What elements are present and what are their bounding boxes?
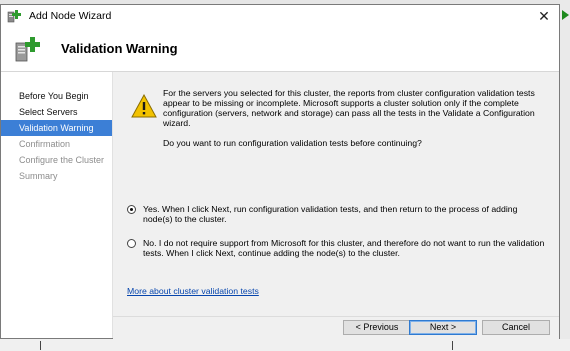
- wizard-footer: < Previous Next > Cancel: [113, 316, 559, 339]
- close-icon[interactable]: ✕: [535, 7, 553, 25]
- server-plus-icon: [13, 35, 43, 63]
- sidebar-item-before-you-begin[interactable]: Before You Begin: [1, 88, 112, 104]
- question-text: Do you want to run configuration validat…: [163, 138, 422, 148]
- cancel-button[interactable]: Cancel: [482, 320, 550, 335]
- background-app-bottom: [0, 339, 570, 351]
- radio-selected-dot: [130, 208, 133, 211]
- warning-message: For the servers you selected for this cl…: [163, 88, 535, 128]
- add-node-wizard-window: Add Node Wizard ✕ Validation Warning Bef…: [0, 4, 560, 339]
- sidebar-item-select-servers[interactable]: Select Servers: [1, 104, 112, 120]
- background-arrow-icon: [562, 10, 569, 20]
- option-yes-label[interactable]: Yes. When I click Next, run configuratio…: [143, 204, 547, 224]
- sidebar-item-summary: Summary: [19, 171, 58, 181]
- more-about-validation-link[interactable]: More about cluster validation tests: [127, 286, 259, 296]
- page-title: Validation Warning: [61, 41, 178, 56]
- wizard-header: Validation Warning: [1, 27, 559, 72]
- next-button[interactable]: Next >: [409, 320, 477, 335]
- sidebar-item-confirmation: Confirmation: [19, 139, 71, 149]
- sidebar-item-configure-the-cluster: Configure the Cluster: [19, 155, 105, 165]
- sidebar-item-validation-warning[interactable]: Validation Warning: [1, 120, 112, 136]
- warning-icon: [131, 93, 157, 118]
- previous-button[interactable]: < Previous: [343, 320, 411, 335]
- background-app-edge: [560, 0, 570, 351]
- wizard-app-icon: [7, 9, 23, 23]
- background-tick: [452, 341, 453, 350]
- title-bar[interactable]: Add Node Wizard ✕: [1, 5, 559, 27]
- option-no-label[interactable]: No. I do not require support from Micros…: [143, 238, 547, 258]
- option-no-radio[interactable]: [127, 239, 136, 248]
- option-yes-radio[interactable]: [127, 205, 136, 214]
- window-title: Add Node Wizard: [29, 10, 112, 22]
- wizard-content: For the servers you selected for this cl…: [113, 72, 559, 316]
- background-tick: [40, 341, 41, 350]
- wizard-steps-sidebar: Before You Begin Select Servers Validati…: [1, 72, 113, 338]
